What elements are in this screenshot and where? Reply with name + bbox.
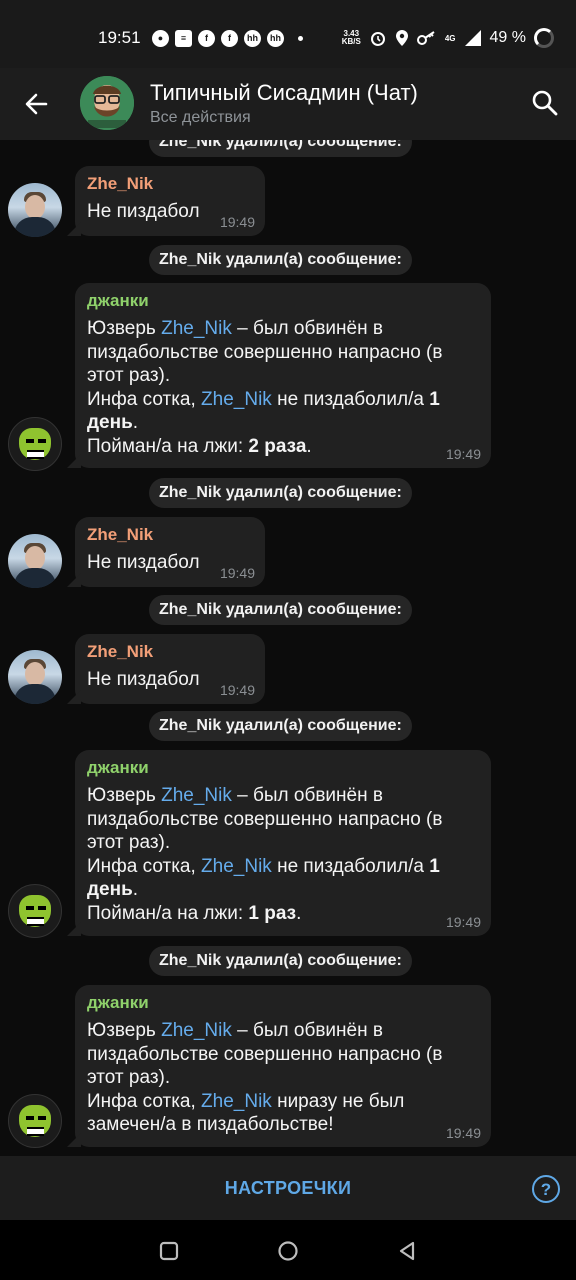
battery-icon [534,28,554,48]
hh-icon: hh [244,29,261,47]
network-speed: 3.43 KB/S [342,30,361,46]
chat-subtitle: Все действия [150,109,251,126]
chat-header: Типичный Сисадмин (Чат) Все действия [0,68,576,140]
service-message: Zhe_Nik удалил(а) сообщение: [149,245,412,275]
news-notification-icon: ≡ [175,29,192,47]
message-time: 19:49 [445,914,481,930]
message-time: 19:49 [219,214,255,230]
signal-icon [464,30,481,46]
message-bubble[interactable]: Zhe_Nik Не пиздабол 19:49 [75,166,265,236]
sysadmin-avatar-icon [80,76,134,130]
facebook-icon: f [198,29,215,47]
user-mention-link[interactable]: Zhe_Nik [201,1091,272,1112]
message-bubble[interactable]: джанки Юзверь Zhe_Nik – был обвинён в пи… [75,750,491,936]
more-notifications-dot-icon [298,35,303,41]
message-text: Юзверь Zhe_Nik – был обвинён в пиздаболь… [87,1020,443,1135]
alarm-icon [370,32,385,46]
chat-avatar[interactable] [80,76,134,130]
avatar[interactable] [8,650,62,704]
sender-name[interactable]: джанки [87,993,479,1013]
help-icon[interactable]: ? [532,1175,560,1203]
service-message: Zhe_Nik удалил(а) сообщение: [149,946,412,976]
location-icon [395,30,408,46]
avatar[interactable] [8,534,62,588]
speed-unit: KB/S [341,37,361,46]
back-arrow-icon[interactable] [20,88,52,120]
user-mention-link[interactable]: Zhe_Nik [201,856,272,877]
message-bubble[interactable]: Zhe_Nik Не пиздабол 19:49 [75,517,265,587]
message-time: 19:49 [219,682,255,698]
vpn-key-icon [416,31,435,45]
message-bubble[interactable]: джанки Юзверь Zhe_Nik – был обвинён в пи… [75,283,491,468]
recents-icon[interactable] [158,1240,180,1262]
user-mention-link[interactable]: Zhe_Nik [201,389,272,410]
avatar[interactable] [8,884,62,938]
message-time: 19:49 [219,565,255,581]
service-message: Zhe_Nik удалил(а) сообщение: [149,711,412,741]
sender-name[interactable]: Zhe_Nik [87,525,253,545]
user-mention-link[interactable]: Zhe_Nik [161,318,232,339]
home-icon[interactable] [276,1240,300,1262]
chat-title[interactable]: Типичный Сисадмин (Чат) [150,80,418,106]
avatar[interactable] [8,1094,62,1148]
service-message: Zhe_Nik удалил(а) сообщение: [149,595,412,625]
message-bubble[interactable]: джанки Юзверь Zhe_Nik – был обвинён в пи… [75,985,491,1147]
message-bubble[interactable]: Zhe_Nik Не пиздабол 19:49 [75,634,265,704]
system-nav-bar [0,1220,576,1280]
user-mention-link[interactable]: Zhe_Nik [161,1020,232,1041]
search-icon[interactable] [530,88,560,118]
avatar[interactable] [8,417,62,471]
sender-name[interactable]: джанки [87,291,479,311]
hh-icon-2: hh [267,29,284,47]
message-time: 19:49 [445,1125,481,1141]
avatar[interactable] [8,183,62,237]
status-bar: 19:51 ● ≡ f f hh hh 3.43 KB/S 4G 49 % [0,0,576,68]
network-type: 4G [444,33,456,43]
service-message: Zhe_Nik удалил(а) сообщение: [149,478,412,508]
message-text: Юзверь Zhe_Nik – был обвинён в пиздаболь… [87,318,443,457]
status-time: 19:51 [98,28,141,47]
sender-name[interactable]: Zhe_Nik [87,174,253,194]
back-nav-icon[interactable] [396,1240,418,1262]
notification-icons: ● ≡ f f hh hh [152,27,311,49]
message-time: 19:49 [445,446,481,462]
service-message: Zhe_Nik удалил(а) сообщение: [149,140,412,157]
bottom-action-bar: НАСТРОЕЧКИ ? [0,1156,576,1220]
sender-name[interactable]: джанки [87,758,479,778]
status-right: 3.43 KB/S 4G 49 % [342,27,554,49]
message-text: Юзверь Zhe_Nik – был обвинён в пиздаболь… [87,785,443,924]
user-mention-link[interactable]: Zhe_Nik [161,785,232,806]
battery-percent: 49 % [489,29,526,46]
message-list[interactable]: Zhe_Nik удалил(а) сообщение: Zhe_Nik Не … [0,140,576,1156]
sender-name[interactable]: Zhe_Nik [87,642,253,662]
facebook-icon-2: f [221,29,238,47]
chat-notification-icon: ● [152,29,169,47]
settings-button[interactable]: НАСТРОЕЧКИ [0,1156,576,1220]
